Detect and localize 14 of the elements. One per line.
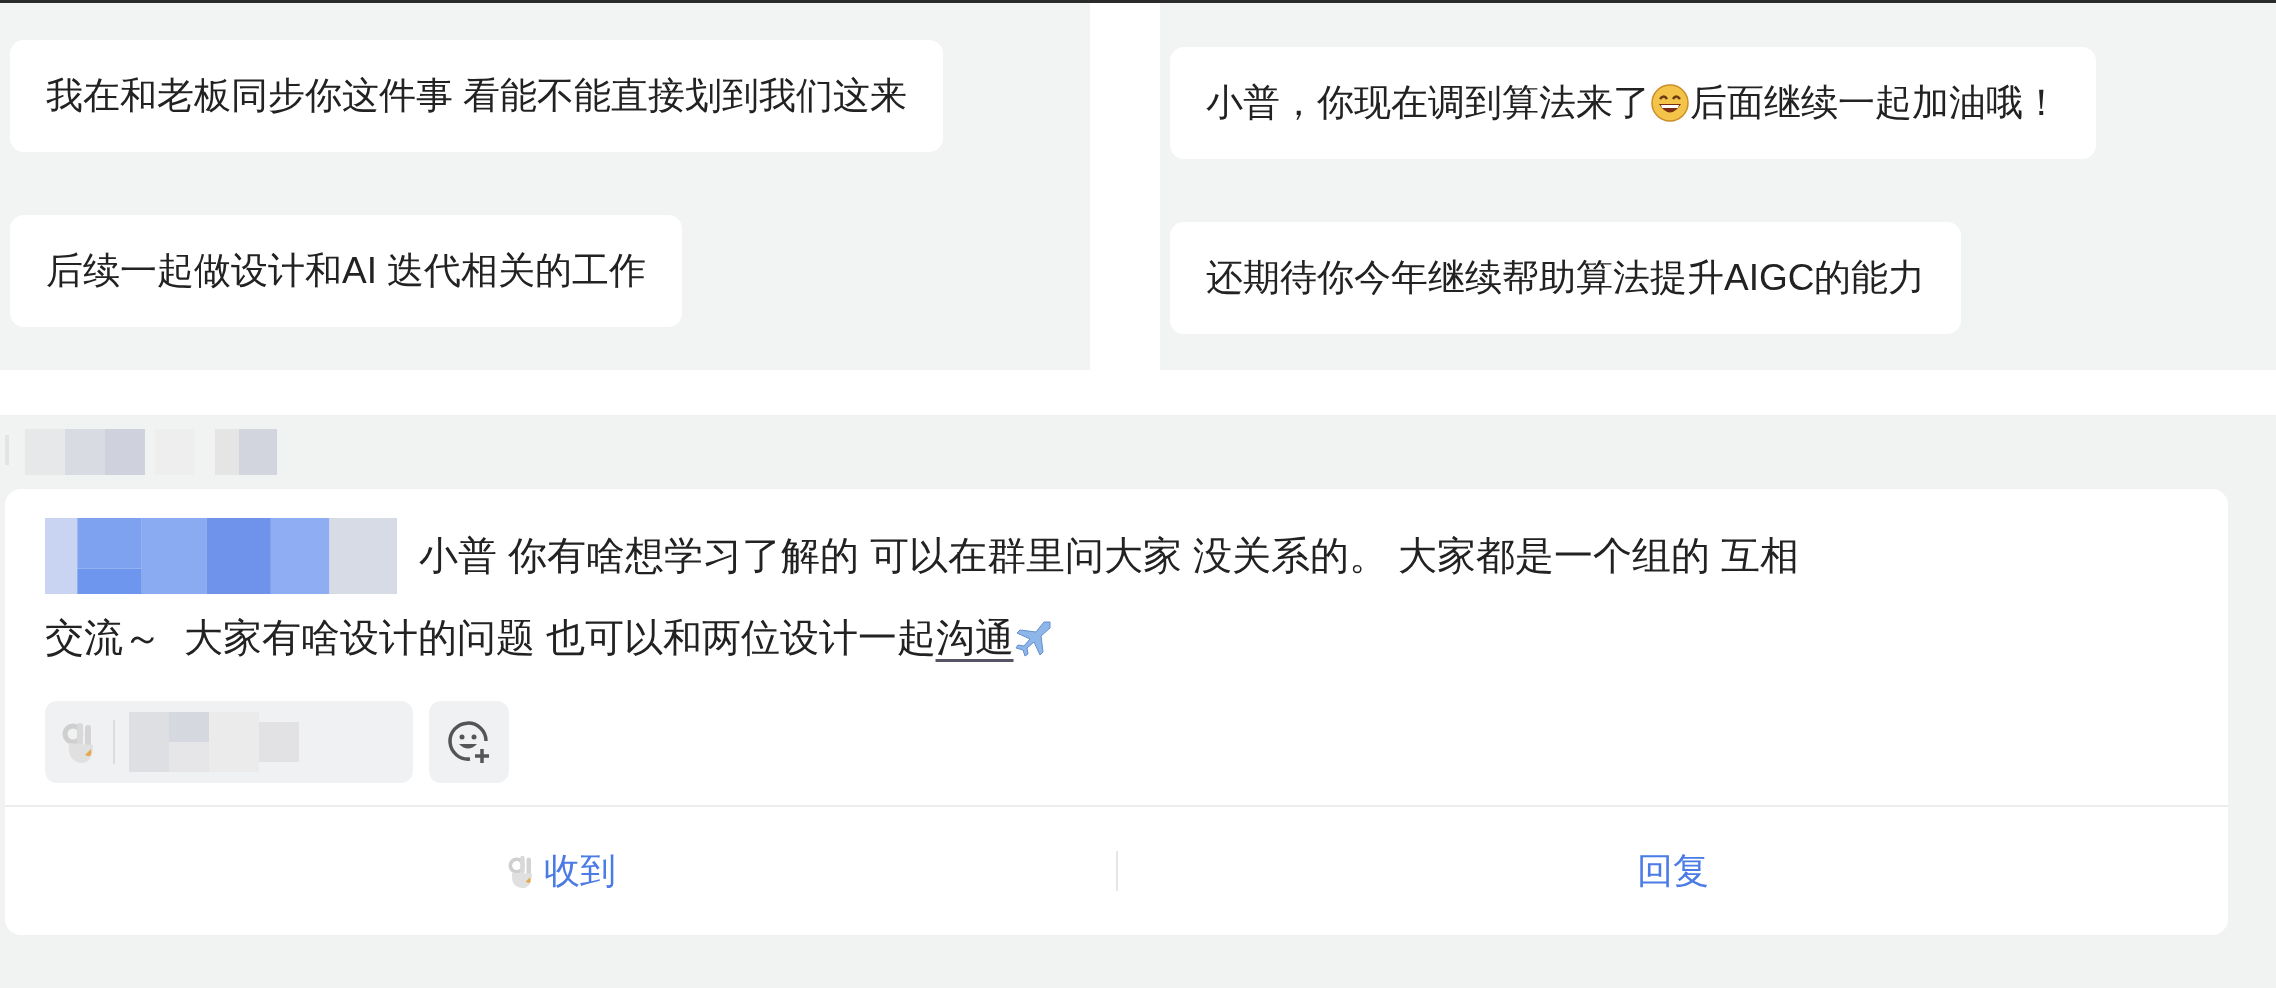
message-text: 交流～ 大家有啥设计的问题 也可以和两位设计一起 xyxy=(45,615,936,661)
term-link[interactable]: 沟通 xyxy=(935,597,1014,679)
message-bubble: 后续一起做设计和AI 迭代相关的工作 xyxy=(10,215,683,327)
message-text: 小普 你有啥想学习了解的 可以在群里问大家 没关系的。 大家都是一个组的 互相 xyxy=(419,533,1800,579)
grinning-face-icon xyxy=(1650,83,1690,123)
message-bubble: 我在和老板同步你这件事 看能不能直接划到我们这来 xyxy=(10,40,944,152)
reply-button[interactable]: 回复 xyxy=(1636,844,1709,898)
message-text: 后面继续一起加油哦！ xyxy=(1690,81,2060,126)
acknowledge-button[interactable]: 收到 xyxy=(504,844,617,898)
message-bubble: 还期待你今年继续帮助算法提升AIGC的能力 xyxy=(1170,222,1962,334)
add-reaction-button[interactable] xyxy=(429,701,509,783)
add-emoji-icon xyxy=(446,719,492,765)
message-text: 小普，你现在调到算法来了 xyxy=(1206,81,1650,126)
airplane-icon xyxy=(1013,618,1054,658)
